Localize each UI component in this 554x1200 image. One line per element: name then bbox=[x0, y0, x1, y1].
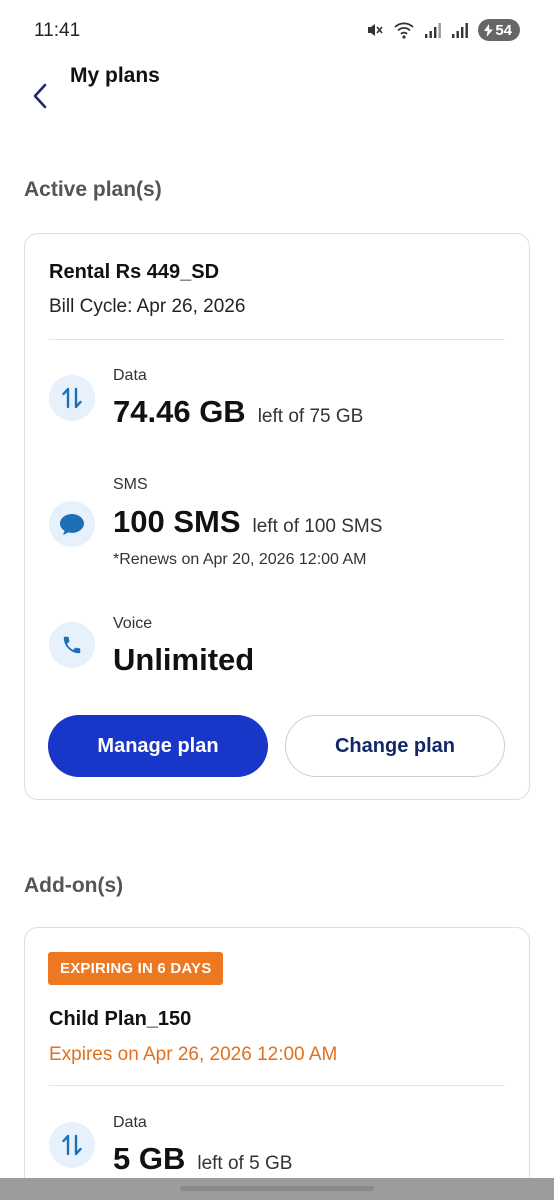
battery-charging-icon: 54 bbox=[478, 19, 520, 41]
sms-usage: 100 SMS left of 100 SMS bbox=[113, 504, 382, 540]
data-remaining-value: 74.46 GB bbox=[113, 394, 246, 429]
active-plan-card: Rental Rs 449_SD Bill Cycle: Apr 26, 202… bbox=[24, 233, 530, 800]
sms-remaining-value: 100 SMS bbox=[113, 504, 241, 539]
divider bbox=[49, 1085, 505, 1086]
status-bar: 11:41 54 bbox=[0, 0, 554, 60]
top-app-bar: My plans bbox=[0, 58, 554, 118]
data-total: left of 75 GB bbox=[257, 406, 364, 427]
back-button[interactable] bbox=[24, 76, 56, 116]
divider bbox=[49, 339, 505, 340]
page-title: My plans bbox=[70, 64, 160, 87]
addon-data-value: 5 GB bbox=[113, 1141, 186, 1176]
wifi-icon bbox=[393, 20, 415, 40]
battery-level: 54 bbox=[495, 21, 512, 39]
addon-expiry: Expires on Apr 26, 2026 12:00 AM bbox=[49, 1044, 338, 1065]
chat-bubble-icon bbox=[49, 501, 95, 547]
signal-icon bbox=[451, 21, 469, 39]
data-usage: 74.46 GB left of 75 GB bbox=[113, 394, 363, 430]
status-icons: 54 bbox=[364, 19, 520, 41]
mute-vibrate-icon bbox=[364, 20, 384, 40]
addon-plan-name: Child Plan_150 bbox=[49, 1008, 192, 1030]
data-label: Data bbox=[113, 367, 147, 384]
plan-name: Rental Rs 449_SD bbox=[49, 261, 220, 283]
addons-heading: Add-on(s) bbox=[24, 874, 124, 897]
addon-data-label: Data bbox=[113, 1114, 147, 1131]
home-indicator[interactable] bbox=[180, 1186, 374, 1191]
sms-renew-note: *Renews on Apr 20, 2026 12:00 AM bbox=[113, 551, 367, 568]
chevron-left-icon bbox=[33, 83, 47, 109]
addon-plan-card: EXPIRING IN 6 DAYS Child Plan_150 Expire… bbox=[24, 927, 530, 1200]
active-plans-heading: Active plan(s) bbox=[24, 178, 162, 201]
data-transfer-icon bbox=[49, 375, 95, 421]
expiring-badge: EXPIRING IN 6 DAYS bbox=[48, 952, 224, 985]
data-transfer-icon bbox=[49, 1122, 95, 1168]
voice-usage: Unlimited bbox=[113, 642, 254, 678]
voice-value: Unlimited bbox=[113, 642, 255, 677]
addon-data-total: left of 5 GB bbox=[197, 1153, 293, 1174]
sms-label: SMS bbox=[113, 476, 148, 493]
addon-data-usage: 5 GB left of 5 GB bbox=[113, 1141, 292, 1177]
voice-label: Voice bbox=[113, 615, 153, 632]
sms-total: left of 100 SMS bbox=[252, 516, 383, 537]
signal-icon bbox=[424, 21, 442, 39]
status-time: 11:41 bbox=[34, 20, 81, 41]
change-plan-button[interactable]: Change plan bbox=[285, 715, 505, 777]
bill-cycle: Bill Cycle: Apr 26, 2026 bbox=[49, 296, 246, 317]
phone-icon bbox=[49, 622, 95, 668]
manage-plan-button[interactable]: Manage plan bbox=[48, 715, 268, 777]
